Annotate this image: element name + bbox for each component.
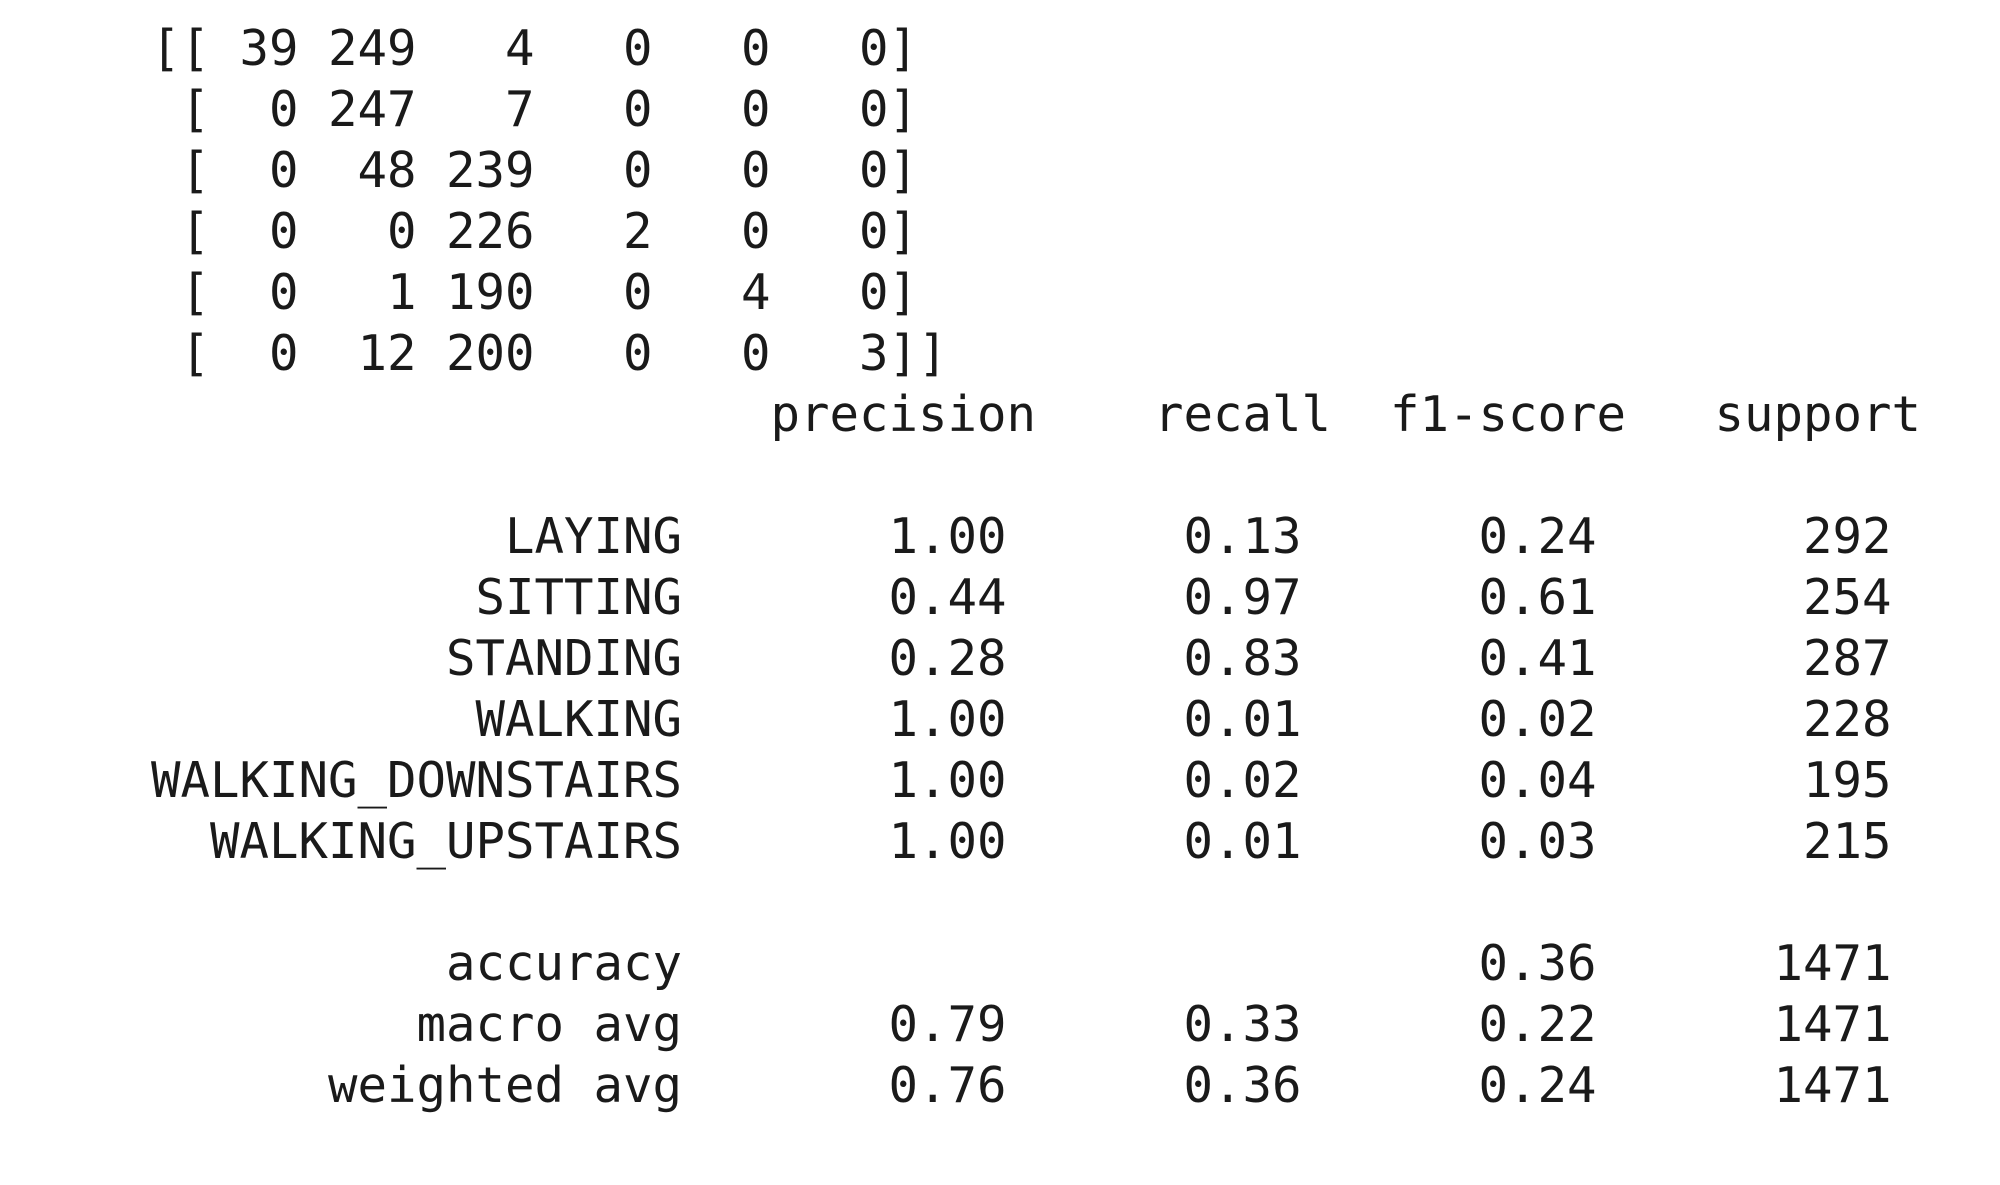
report-row: WALKING_UPSTAIRS 1.00 0.01 0.03 215 bbox=[151, 813, 1892, 870]
confusion-matrix-row: [ 0 247 7 0 0 0] bbox=[151, 81, 919, 138]
confusion-matrix-row: [ 0 12 200 0 0 3]] bbox=[151, 325, 948, 382]
report-row: LAYING 1.00 0.13 0.24 292 bbox=[151, 508, 1892, 565]
confusion-matrix-row: [[ 39 249 4 0 0 0] bbox=[151, 20, 919, 77]
report-row: WALKING 1.00 0.01 0.02 228 bbox=[151, 691, 1892, 748]
console-output: [[ 39 249 4 0 0 0] [ 0 247 7 0 0 0] [ 0 … bbox=[151, 18, 1921, 1116]
confusion-matrix-row: [ 0 48 239 0 0 0] bbox=[151, 142, 919, 199]
confusion-matrix-row: [ 0 1 190 0 4 0] bbox=[151, 264, 919, 321]
report-row: STANDING 0.28 0.83 0.41 287 bbox=[151, 630, 1892, 687]
report-average: weighted avg 0.76 0.36 0.24 1471 bbox=[151, 1057, 1892, 1114]
report-row: SITTING 0.44 0.97 0.61 254 bbox=[151, 569, 1892, 626]
report-header: precision recall f1-score support bbox=[151, 386, 1922, 443]
report-average: macro avg 0.79 0.33 0.22 1471 bbox=[151, 996, 1892, 1053]
report-accuracy: accuracy 0.36 1471 bbox=[151, 935, 1892, 992]
confusion-matrix-row: [ 0 0 226 2 0 0] bbox=[151, 203, 919, 260]
report-row: WALKING_DOWNSTAIRS 1.00 0.02 0.04 195 bbox=[151, 752, 1892, 809]
